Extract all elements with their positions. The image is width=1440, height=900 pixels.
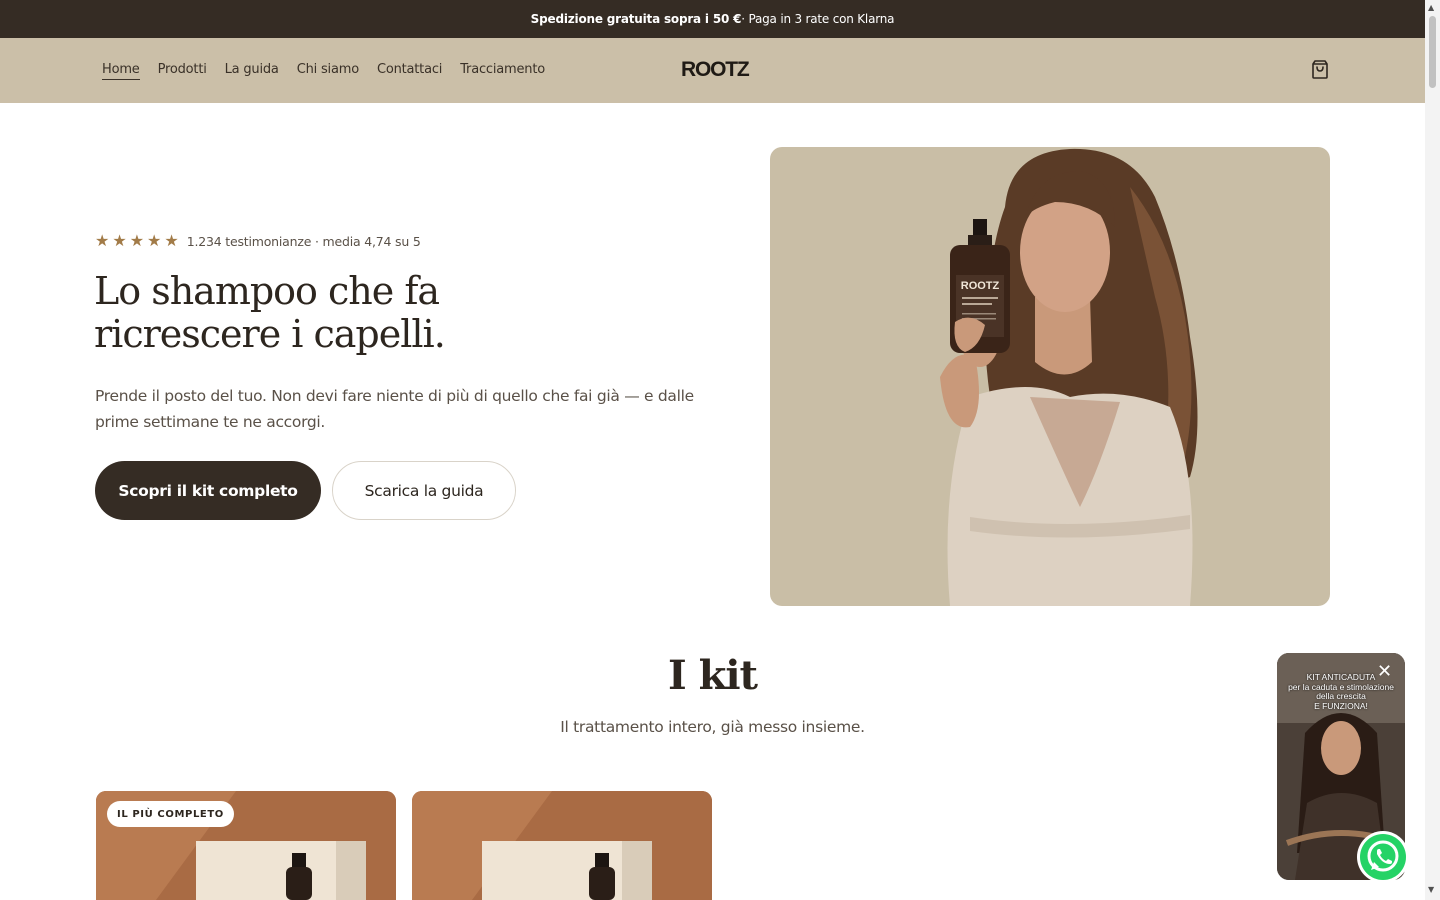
announcement-klarna: · Paga in 3 rate con Klarna <box>741 12 895 26</box>
site-header: Home Prodotti La guida Chi siamo Contatt… <box>0 38 1425 103</box>
bottle-label: ROOTZ <box>961 280 1000 292</box>
video-caption-line-1: KIT ANTICADUTA <box>1306 672 1376 682</box>
site-logo[interactable]: ROOTZ <box>681 58 750 82</box>
scrollbar-thumb[interactable] <box>1429 16 1436 88</box>
nav-item-tracking[interactable]: Tracciamento <box>460 62 545 79</box>
video-caption-line-2: per la caduta e stimolazione <box>1288 681 1394 692</box>
announcement-free-shipping: Spedizione gratuita sopra i 50 € <box>530 12 742 26</box>
hero-title-line-2: ricrescere i capelli. <box>94 312 446 356</box>
whatsapp-icon[interactable] <box>1357 831 1409 883</box>
video-caption-line-4: E FUNZIONA! <box>1314 700 1368 711</box>
announcement-bar: Spedizione gratuita sopra i 50 € · Paga … <box>0 0 1425 38</box>
star-icon: ★ <box>164 231 179 250</box>
rating-text: 1.234 testimonianze · media 4,74 su 5 <box>186 233 421 249</box>
hero-title: Lo shampoo che fa ricrescere i capelli. <box>94 270 654 356</box>
page-scrollbar[interactable]: ▲ ▼ <box>1425 0 1440 900</box>
nav-item-guide[interactable]: La guida <box>225 62 279 79</box>
nav-item-products[interactable]: Prodotti <box>158 62 207 79</box>
scroll-up-arrow-icon[interactable]: ▲ <box>1428 3 1434 12</box>
star-icon: ★ <box>129 231 145 250</box>
kits-section-title: I kit <box>667 652 758 699</box>
nav-item-contact[interactable]: Contattaci <box>377 62 442 79</box>
kit-card[interactable]: IL PIÙ COMPLETO <box>96 791 396 900</box>
kits-section-subtitle: Il trattamento intero, già messo insieme… <box>560 718 865 736</box>
star-icon: ★ <box>112 231 127 250</box>
hero-image: ROOTZ <box>770 147 1330 606</box>
video-caption-line-3: della crescita <box>1316 691 1366 701</box>
nav-item-home[interactable]: Home <box>102 62 140 80</box>
star-icon: ★ <box>147 231 162 250</box>
main-nav: Home Prodotti La guida Chi siamo Contatt… <box>102 38 545 103</box>
kit-card[interactable] <box>412 791 712 900</box>
star-icon: ★ <box>95 231 110 250</box>
kit-badge: IL PIÙ COMPLETO <box>107 801 234 827</box>
download-guide-button[interactable]: Scarica la guida <box>332 461 516 520</box>
hero-title-line-1: Lo shampoo che fa <box>94 269 440 313</box>
rating-summary: ★ ★ ★ ★ ★ 1.234 testimonianze · media 4,… <box>95 233 421 249</box>
hero-subtitle: Prende il posto del tuo. Non devi fare n… <box>95 387 694 431</box>
rating-stars: ★ ★ ★ ★ ★ <box>95 233 179 249</box>
shopping-bag-icon[interactable] <box>1309 58 1331 80</box>
discover-kit-button[interactable]: Scopri il kit completo <box>95 461 321 520</box>
close-icon[interactable]: ✕ <box>1377 663 1392 681</box>
scroll-down-arrow-icon[interactable]: ▼ <box>1428 885 1434 894</box>
nav-item-about[interactable]: Chi siamo <box>297 62 359 79</box>
